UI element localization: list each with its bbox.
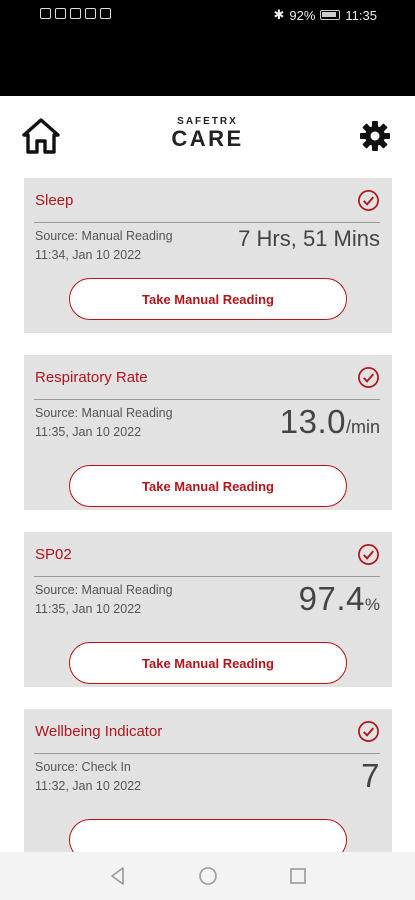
settings-button[interactable] bbox=[359, 120, 391, 152]
check-circle-icon bbox=[358, 544, 379, 565]
reading-value: 7 bbox=[361, 757, 380, 795]
source-label: Source: Manual Reading bbox=[35, 583, 173, 597]
card-divider bbox=[34, 399, 380, 400]
value-unit: /min bbox=[345, 417, 380, 437]
card-divider bbox=[34, 222, 380, 223]
app-header: SAFETRX CARE bbox=[0, 96, 415, 176]
battery-icon bbox=[320, 10, 341, 20]
reading-source: Source: Manual Reading 11:35, Jan 10 202… bbox=[35, 581, 173, 618]
card-title: Sleep bbox=[35, 192, 74, 209]
logo-big-text: CARE bbox=[171, 126, 244, 151]
back-icon[interactable] bbox=[107, 865, 129, 887]
source-label: Source: Manual Reading bbox=[35, 406, 173, 420]
reading-source: Source: Manual Reading 11:35, Jan 10 202… bbox=[35, 404, 173, 441]
take-manual-reading-button[interactable]: Take Manual Reading bbox=[69, 465, 347, 507]
check-circle-icon bbox=[358, 367, 379, 388]
card-divider bbox=[34, 576, 380, 577]
gear-icon bbox=[360, 121, 390, 151]
readings-list[interactable]: Sleep Source: Manual Reading 11:34, Jan … bbox=[24, 178, 392, 886]
source-label: Source: Check In bbox=[35, 760, 131, 774]
check-circle-icon bbox=[358, 721, 379, 742]
reading-value: 97.4% bbox=[299, 580, 380, 618]
reading-source: Source: Check In 11:32, Jan 10 2022 bbox=[35, 758, 141, 795]
value-number: 13.0 bbox=[279, 403, 346, 440]
app-logo: SAFETRX CARE bbox=[0, 116, 415, 152]
notification-icons bbox=[40, 8, 111, 19]
sim-icon bbox=[40, 8, 51, 19]
status-bar: ✱ 92% 11:35 bbox=[0, 0, 415, 96]
card-title: Wellbeing Indicator bbox=[35, 723, 163, 740]
value-number: 7 Hrs, 51 Mins bbox=[238, 226, 380, 251]
take-manual-reading-button[interactable]: Take Manual Reading bbox=[69, 642, 347, 684]
recents-icon[interactable] bbox=[287, 865, 309, 887]
card-divider bbox=[34, 753, 380, 754]
app-screen: ✱ 92% 11:35 SAFETRX CARE Sleep Source: M… bbox=[0, 0, 415, 900]
mail-icon bbox=[85, 8, 96, 19]
respiratory-rate-card: Respiratory Rate Source: Manual Reading … bbox=[24, 355, 392, 510]
clock: 11:35 bbox=[345, 7, 377, 23]
reading-source: Source: Manual Reading 11:34, Jan 10 202… bbox=[35, 227, 173, 264]
reading-timestamp: 11:35, Jan 10 2022 bbox=[35, 424, 142, 439]
reading-value: 7 Hrs, 51 Mins bbox=[238, 226, 380, 252]
reading-timestamp: 11:35, Jan 10 2022 bbox=[35, 601, 142, 616]
spo2-card: SP02 Source: Manual Reading 11:35, Jan 1… bbox=[24, 532, 392, 687]
wifi-icon bbox=[55, 8, 66, 19]
check-circle-icon bbox=[358, 190, 379, 211]
card-title: SP02 bbox=[35, 546, 72, 563]
source-label: Source: Manual Reading bbox=[35, 229, 173, 243]
card-title: Respiratory Rate bbox=[35, 369, 148, 386]
notification-icon bbox=[70, 8, 81, 19]
reading-timestamp: 11:32, Jan 10 2022 bbox=[35, 778, 142, 793]
system-nav-bar bbox=[0, 852, 415, 900]
battery-percent: 92% bbox=[289, 7, 316, 23]
sleep-card: Sleep Source: Manual Reading 11:34, Jan … bbox=[24, 178, 392, 333]
value-number: 7 bbox=[361, 757, 380, 794]
home-circle-icon[interactable] bbox=[197, 865, 219, 887]
wellbeing-card: Wellbeing Indicator Source: Check In 11:… bbox=[24, 709, 392, 864]
value-unit: % bbox=[364, 595, 380, 614]
take-manual-reading-button[interactable]: Take Manual Reading bbox=[69, 278, 347, 320]
system-status: ✱ 92% 11:35 bbox=[273, 7, 377, 23]
reading-timestamp: 11:34, Jan 10 2022 bbox=[35, 247, 142, 262]
value-number: 97.4 bbox=[298, 580, 365, 617]
bluetooth-icon: ✱ bbox=[273, 7, 285, 22]
lock-icon bbox=[100, 8, 111, 19]
reading-value: 13.0/min bbox=[280, 403, 380, 441]
